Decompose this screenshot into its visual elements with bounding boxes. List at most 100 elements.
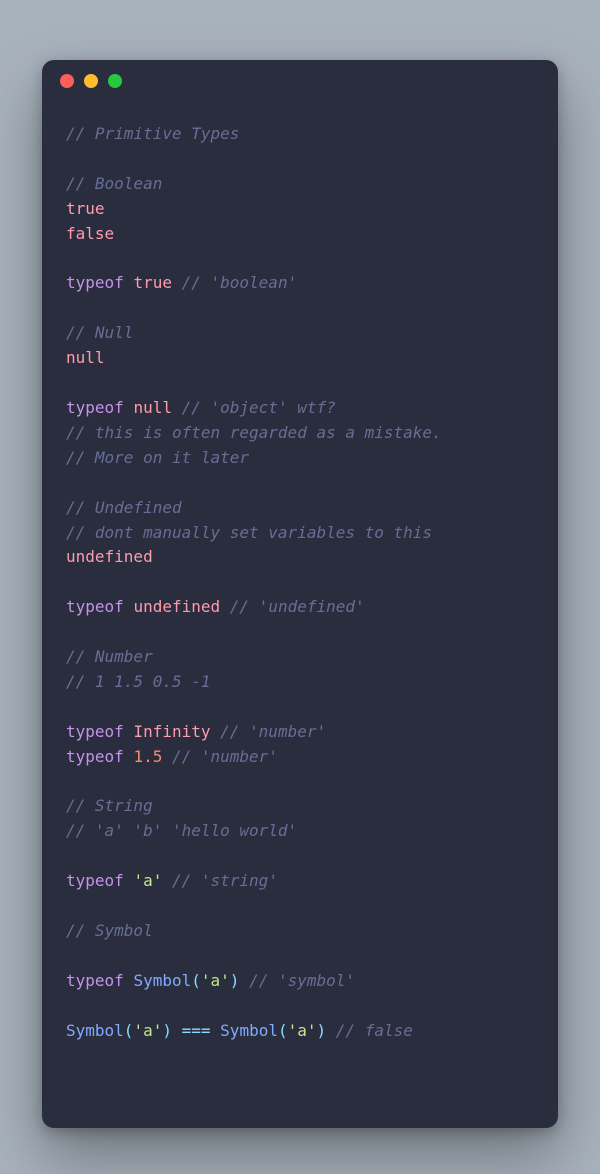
code-token-paren: ) [162,1021,172,1040]
code-token-const: null [133,398,172,417]
code-line: // 1 1.5 0.5 -1 [66,670,534,695]
code-token-paren: ) [317,1021,327,1040]
code-token-string: 'a' [133,871,162,890]
code-window: // Primitive Types // Boolean true false t… [42,60,558,1128]
code-line: // Boolean [66,172,534,197]
code-token-default [326,1021,336,1040]
code-line: // More on it later [66,446,534,471]
code-token-number: 1.5 [133,747,162,766]
code-token-comment: // 'boolean' [182,273,298,292]
code-token-paren: ( [191,971,201,990]
code-line: Symbol('a') === Symbol('a') // false [66,1019,534,1044]
code-token-default [211,1021,221,1040]
code-line: typeof null // 'object' wtf? [66,396,534,421]
code-token-comment: // Null [66,323,133,342]
code-token-keyword: typeof [66,747,124,766]
code-token-func: Symbol [133,971,191,990]
code-line [66,570,534,595]
code-token-default [124,722,134,741]
code-token-string: 'a' [133,1021,162,1040]
code-line: typeof undefined // 'undefined' [66,595,534,620]
code-token-comment: // Primitive Types [66,124,239,143]
window-titlebar [42,60,558,102]
code-token-default [124,273,134,292]
code-token-comment: // dont manually set variables to this [66,523,432,542]
code-line [66,944,534,969]
code-token-const: undefined [133,597,220,616]
code-token-comment: // 'symbol' [249,971,355,990]
code-line: // Undefined [66,496,534,521]
code-line [66,147,534,172]
code-line: // String [66,794,534,819]
code-token-const: Infinity [133,722,210,741]
code-token-paren: ( [124,1021,134,1040]
code-token-comment: // Symbol [66,921,153,940]
code-token-default [172,273,182,292]
code-token-func: Symbol [66,1021,124,1040]
code-token-paren: ( [278,1021,288,1040]
code-line: false [66,222,534,247]
code-token-default [162,747,172,766]
code-token-comment: // More on it later [66,448,249,467]
code-line [66,371,534,396]
code-token-keyword: typeof [66,722,124,741]
code-block: // Primitive Types // Boolean true false t… [42,102,558,1068]
code-line: typeof Infinity // 'number' [66,720,534,745]
code-token-comment: // 1 1.5 0.5 -1 [66,672,211,691]
code-token-string: 'a' [201,971,230,990]
code-token-comment: // 'number' [220,722,326,741]
code-token-comment: // false [336,1021,413,1040]
code-line: // 'a' 'b' 'hello world' [66,819,534,844]
code-line: // this is often regarded as a mistake. [66,421,534,446]
code-token-default [172,1021,182,1040]
code-token-const: true [133,273,172,292]
code-token-default [124,747,134,766]
code-line: typeof 1.5 // 'number' [66,745,534,770]
code-line: null [66,346,534,371]
code-line [66,894,534,919]
code-line [66,620,534,645]
close-icon[interactable] [60,74,74,88]
code-line [66,695,534,720]
minimize-icon[interactable] [84,74,98,88]
code-line: typeof Symbol('a') // 'symbol' [66,969,534,994]
code-token-default [162,871,172,890]
code-token-keyword: typeof [66,273,124,292]
code-token-default [211,722,221,741]
code-token-func: Symbol [220,1021,278,1040]
code-token-comment: // Boolean [66,174,162,193]
code-line: typeof 'a' // 'string' [66,869,534,894]
code-token-const: true [66,199,105,218]
code-line: // Primitive Types [66,122,534,147]
code-line [66,994,534,1019]
code-line [66,770,534,795]
zoom-icon[interactable] [108,74,122,88]
code-line [66,247,534,272]
code-token-comment: // 'number' [172,747,278,766]
code-line: undefined [66,545,534,570]
code-token-comment: // 'a' 'b' 'hello world' [66,821,297,840]
code-token-keyword: typeof [66,597,124,616]
code-token-comment: // 'string' [172,871,278,890]
code-line: true [66,197,534,222]
code-token-default [220,597,230,616]
code-token-default [172,398,182,417]
code-token-operator: === [182,1021,211,1040]
code-token-const: false [66,224,114,243]
code-token-keyword: typeof [66,971,124,990]
code-line: // Symbol [66,919,534,944]
code-token-comment: // 'object' wtf? [182,398,336,417]
code-token-keyword: typeof [66,871,124,890]
code-token-default [124,398,134,417]
code-token-comment: // String [66,796,153,815]
code-token-const: null [66,348,105,367]
code-token-string: 'a' [288,1021,317,1040]
code-token-comment: // this is often regarded as a mistake. [66,423,442,442]
code-line [66,844,534,869]
code-token-default [124,871,134,890]
code-line: // Null [66,321,534,346]
code-line [66,296,534,321]
code-line: typeof true // 'boolean' [66,271,534,296]
code-line [66,471,534,496]
code-token-const: undefined [66,547,153,566]
